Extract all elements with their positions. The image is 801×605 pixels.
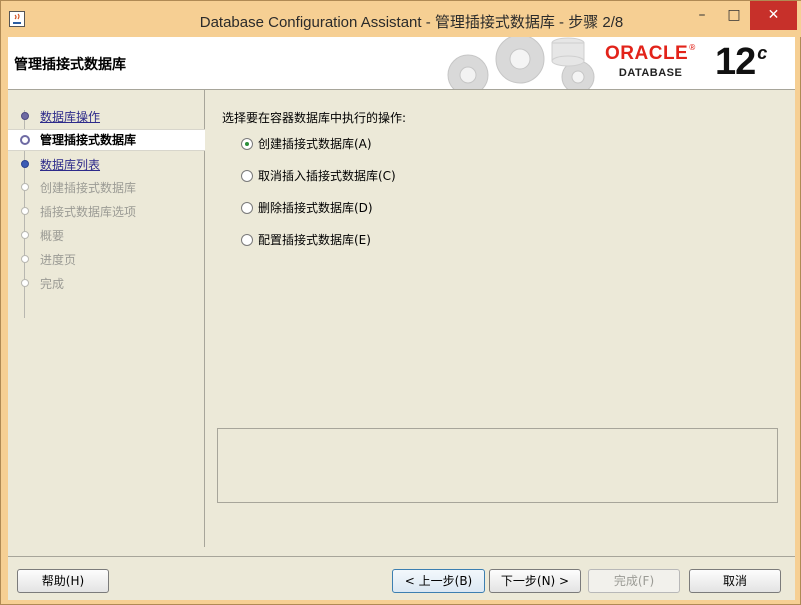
- step-label: 管理插接式数据库: [40, 133, 137, 147]
- radio-label[interactable]: 创建插接式数据库(A): [258, 135, 372, 153]
- step-next-icon: [21, 160, 29, 168]
- step-progress: 进度页: [8, 249, 205, 271]
- step-pending-icon: [21, 207, 29, 215]
- oracle-database-logo: ORACLE® DATABASE: [605, 43, 696, 79]
- radio-label[interactable]: 删除插接式数据库(D): [258, 199, 373, 217]
- version-number: 12: [715, 41, 756, 83]
- step-label[interactable]: 数据库操作: [40, 106, 100, 128]
- version-badge: 12 c: [715, 41, 767, 84]
- radio-label[interactable]: 取消插入插接式数据库(C): [258, 167, 396, 185]
- registered-mark: ®: [688, 43, 697, 52]
- description-area: [217, 428, 778, 503]
- step-finish: 完成: [8, 273, 205, 295]
- radio-button[interactable]: [241, 202, 253, 214]
- step-database-list[interactable]: 数据库列表: [8, 154, 205, 176]
- close-button[interactable]: ✕: [750, 1, 797, 30]
- step-pending-icon: [21, 279, 29, 287]
- step-summary: 概要: [8, 225, 205, 247]
- operation-prompt: 选择要在容器数据库中执行的操作:: [222, 111, 407, 125]
- help-button[interactable]: 帮助(H): [17, 569, 109, 593]
- version-suffix: c: [757, 43, 767, 63]
- back-button[interactable]: < 上一步(B): [392, 569, 485, 593]
- step-label: 进度页: [40, 253, 77, 267]
- step-label: 概要: [40, 229, 65, 243]
- header-banner: 管理插接式数据库 ORACLE® DATABASE 12 c: [8, 37, 795, 89]
- next-button[interactable]: 下一步(N) >: [489, 569, 581, 593]
- footer-divider: [8, 556, 795, 557]
- page-title: 管理插接式数据库: [14, 57, 126, 73]
- step-label: 创建插接式数据库: [40, 181, 137, 195]
- radio-button-checked[interactable]: [241, 138, 253, 150]
- step-create-pluggable-db: 创建插接式数据库: [8, 177, 205, 199]
- step-current-icon: [20, 135, 30, 145]
- step-pending-icon: [21, 183, 29, 191]
- dbca-window: Database Configuration Assistant - 管理插接式…: [0, 0, 801, 605]
- cancel-button[interactable]: 取消: [689, 569, 781, 593]
- step-label: 完成: [40, 277, 65, 291]
- step-manage-pluggable-db: 管理插接式数据库: [8, 129, 205, 151]
- finish-button[interactable]: 完成(F): [588, 569, 680, 593]
- step-pending-icon: [21, 255, 29, 263]
- step-database-operation[interactable]: 数据库操作: [8, 106, 205, 128]
- maximize-button[interactable]: □: [718, 1, 750, 30]
- radio-button[interactable]: [241, 170, 253, 182]
- window-title: Database Configuration Assistant - 管理插接式…: [199, 14, 624, 31]
- radio-label[interactable]: 配置插接式数据库(E): [258, 231, 371, 249]
- radio-button[interactable]: [241, 234, 253, 246]
- minimize-button[interactable]: –: [686, 1, 718, 30]
- gears-decoration-icon: [447, 37, 595, 89]
- step-label[interactable]: 数据库列表: [40, 154, 100, 176]
- step-label: 插接式数据库选项: [40, 205, 137, 219]
- dialog-client-area: 管理插接式数据库 ORACLE® DATABASE 12 c 数据库操作 管理插…: [8, 37, 795, 600]
- steps-panel: 数据库操作 管理插接式数据库 数据库列表 创建插接式数据库 插接式数据库选项 概…: [8, 90, 205, 547]
- oracle-wordmark: ORACLE: [605, 43, 689, 64]
- title-bar[interactable]: Database Configuration Assistant - 管理插接式…: [1, 1, 801, 37]
- step-pluggable-db-options: 插接式数据库选项: [8, 201, 205, 223]
- database-wordmark: DATABASE: [618, 67, 683, 79]
- step-done-icon: [21, 112, 29, 120]
- step-pending-icon: [21, 231, 29, 239]
